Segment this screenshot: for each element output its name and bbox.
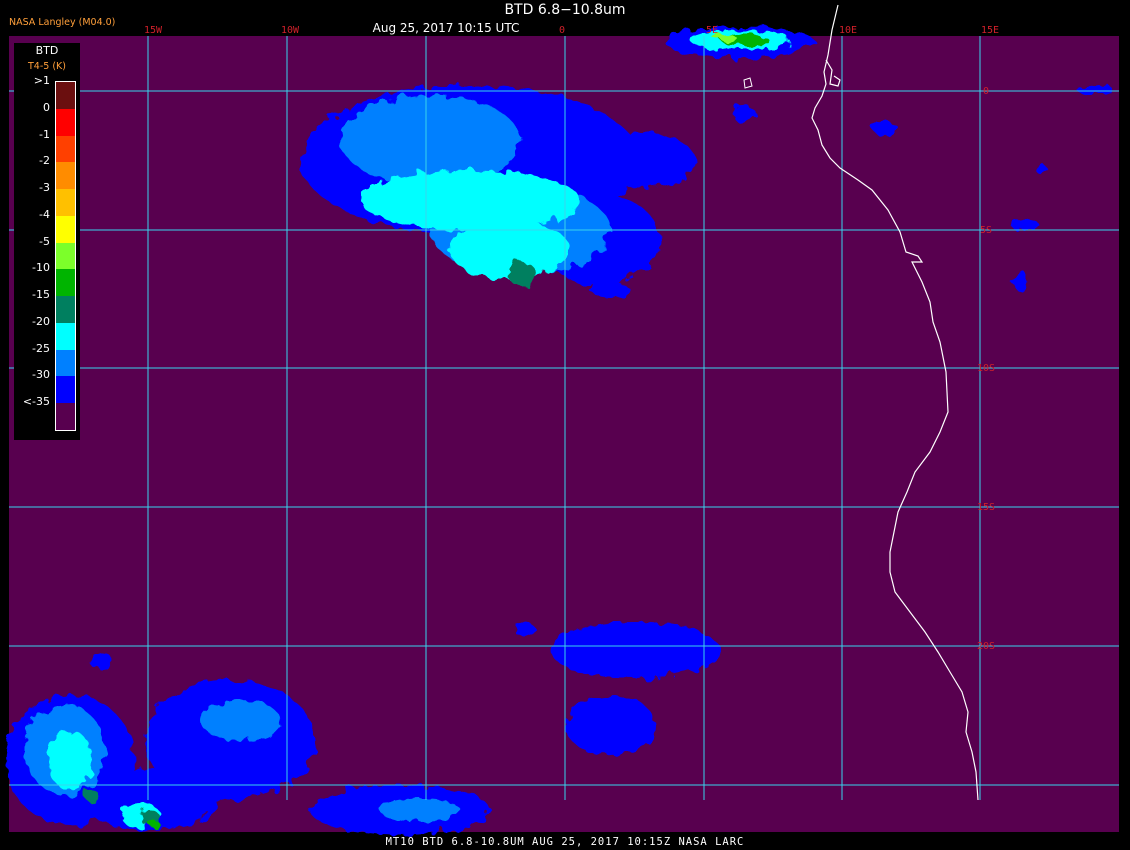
cloud-blue (565, 695, 655, 755)
cloud-blue (515, 622, 535, 638)
legend-label: -20 (32, 314, 50, 328)
legend-swatch (56, 242, 75, 270)
legend-swatch (56, 269, 75, 297)
product-title: BTD 6.8−10.8um (504, 2, 626, 18)
legend-label: -30 (32, 368, 50, 382)
legend-label: -2 (39, 154, 50, 168)
cloud-cyan (48, 730, 92, 790)
legend-label: -3 (39, 181, 50, 195)
legend-colorbar (55, 81, 76, 431)
latitude-label: 15S (977, 502, 995, 513)
legend-label: -15 (32, 288, 50, 302)
legend-swatch (56, 162, 75, 190)
cloud-cyan (360, 170, 580, 230)
latitude-label: 20S (977, 641, 995, 652)
latitude-label: 0 (983, 86, 989, 97)
cloud-lightblue (200, 700, 280, 740)
cloud-teal (508, 262, 536, 286)
legend-swatch (56, 135, 75, 163)
legend-swatch (56, 189, 75, 216)
cloud-blue (585, 132, 695, 188)
legend-swatch (56, 215, 75, 243)
cloud-blue (873, 120, 897, 136)
footer-caption: MT10 BTD 6.8-10.8UM AUG 25, 2017 10:15Z … (385, 836, 745, 848)
legend-label: -25 (32, 341, 50, 355)
legend-swatch (56, 376, 75, 404)
cloud-blue (733, 107, 757, 123)
cloud-blue (1077, 84, 1113, 96)
cloud-lightblue (380, 798, 460, 822)
image-datetime: Aug 25, 2017 10:15 UTC (372, 21, 520, 35)
cloud-blue (590, 282, 630, 298)
legend-label: 0 (43, 100, 50, 114)
legend-label: >1 (33, 74, 50, 87)
cloud-blue (1011, 219, 1039, 231)
cloud-green (150, 821, 160, 829)
legend-swatch (56, 296, 75, 323)
longitude-label: 15E (981, 25, 999, 36)
cloud-blue (1012, 270, 1028, 290)
legend-swatch (56, 349, 75, 377)
satellite-map[interactable]: 15W 10W 0 5E 10E 15E 05S10S15S20S (0, 0, 1130, 850)
legend-title: BTD (35, 44, 59, 57)
cloud-blue (88, 652, 112, 668)
cloud-blue (1034, 164, 1046, 172)
legend-swatch (56, 403, 75, 430)
legend-label: -4 (39, 207, 50, 221)
legend-units: T4-5 (K) (28, 61, 66, 72)
legend-label: -1 (39, 127, 50, 141)
legend-label: -5 (39, 234, 50, 248)
latitude-label: 10S (977, 363, 995, 374)
legend-swatch (56, 108, 75, 136)
color-legend: BTD T4-5 (K) >1 0 -1 -2 -3 -4 -5 -10 -15 -20 -25 -3… (14, 43, 80, 440)
legend-label: <-35 (22, 395, 50, 409)
legend-swatch (56, 82, 75, 109)
latitude-label: 5S (980, 225, 992, 236)
legend-swatch (56, 322, 75, 350)
legend-label: -10 (32, 261, 50, 275)
cloud-blue (550, 622, 720, 678)
cloud-teal (85, 790, 99, 802)
